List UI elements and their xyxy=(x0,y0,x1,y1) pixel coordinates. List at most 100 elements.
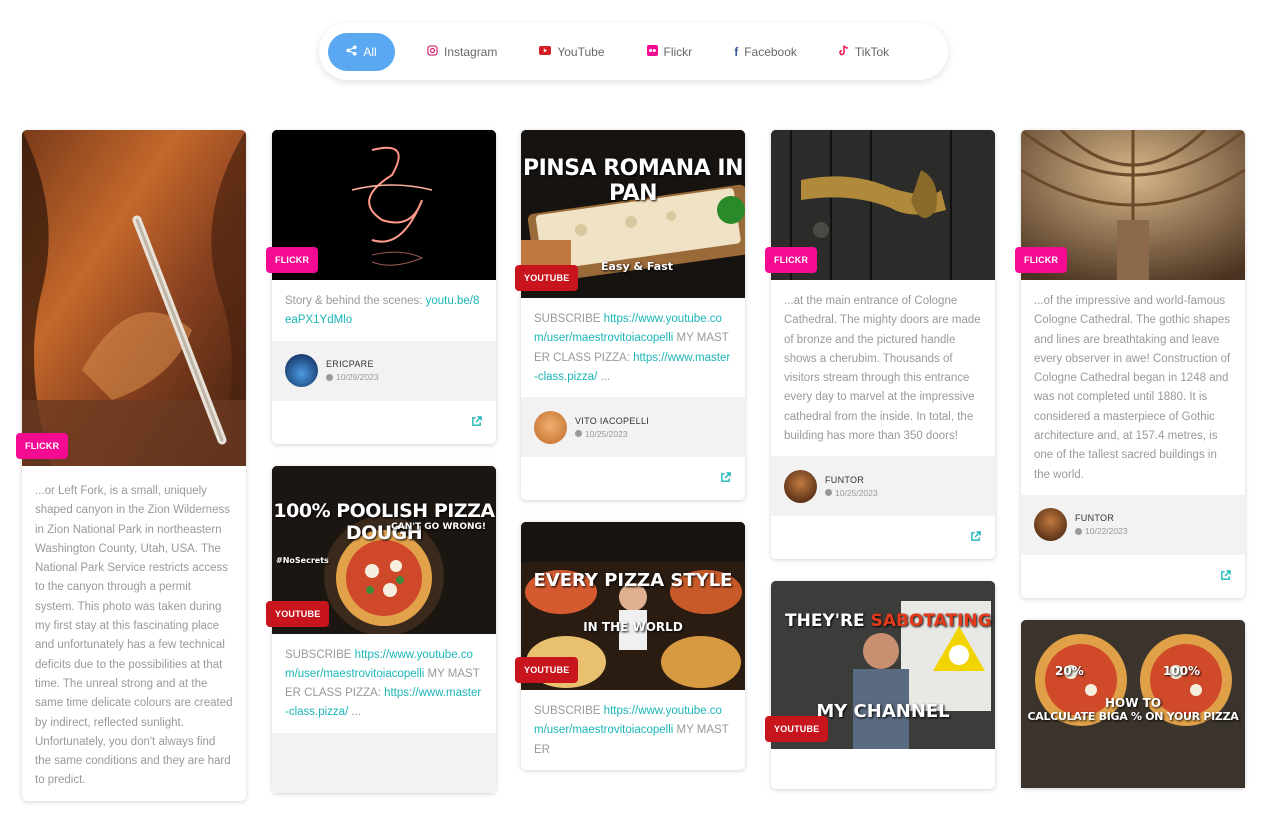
thumb-title: EVERY PIZZA STYLE xyxy=(533,570,733,592)
feed-column-3: PINSA ROMANA IN PAN Easy & Fast YOUTUBE … xyxy=(515,130,745,792)
filter-tiktok[interactable]: TikTok xyxy=(825,33,903,71)
youtube-icon xyxy=(539,45,552,58)
card-footer xyxy=(771,516,995,559)
desc-text: SUBSCRIBE xyxy=(285,648,355,661)
feed-card[interactable]: FLICKR ...at the main entrance of Cologn… xyxy=(765,130,995,560)
feed-card[interactable]: 20% 100% HOW TO CALCULATE BIGA % ON YOUR… xyxy=(1021,619,1245,788)
author-row: VITO IACOPELLI 10/25/2023 xyxy=(521,397,745,458)
thumb-title-a: THEY'RE xyxy=(785,611,871,632)
tiktok-icon xyxy=(839,44,849,59)
card-footer xyxy=(521,457,745,500)
card-description: ...or Left Fork, is a small, uniquely sh… xyxy=(35,485,233,787)
feed-column-1: FLICKR ...or Left Fork, is a small, uniq… xyxy=(16,130,246,823)
clock-icon xyxy=(1075,527,1082,535)
filter-youtube[interactable]: YouTube xyxy=(525,33,618,71)
thumb-title: THEY'RE SABOTATING xyxy=(785,611,992,631)
author-row xyxy=(272,732,496,793)
source-badge: FLICKR xyxy=(765,247,818,273)
filter-all[interactable]: All xyxy=(328,32,395,71)
date-text: 10/25/2023 xyxy=(835,487,878,498)
source-badge: YOUTUBE xyxy=(765,716,829,743)
filter-label: Flickr xyxy=(663,44,693,59)
external-link-icon[interactable] xyxy=(970,531,981,545)
clock-icon xyxy=(825,489,832,497)
feed-card[interactable]: PINSA ROMANA IN PAN Easy & Fast YOUTUBE … xyxy=(515,130,745,501)
filter-flickr[interactable]: Flickr xyxy=(633,33,707,71)
feed-card[interactable]: 100% POOLISH PIZZA DOUGH CAN'T GO WRONG!… xyxy=(266,465,496,793)
card-thumbnail[interactable] xyxy=(22,130,246,466)
facebook-icon: f xyxy=(734,44,739,59)
feed-card[interactable]: EVERY PIZZA STYLE IN THE WORLD YOUTUBE S… xyxy=(515,522,745,771)
avatar[interactable] xyxy=(1034,508,1067,542)
post-date: 10/22/2023 xyxy=(1075,526,1128,536)
date-text: 10/29/2023 xyxy=(336,372,379,383)
instagram-icon xyxy=(427,44,438,59)
desc-text: SUBSCRIBE xyxy=(534,313,604,325)
post-date: 10/29/2023 xyxy=(326,372,379,382)
author-row: ERICPARE 10/29/2023 xyxy=(272,340,496,401)
filter-label: YouTube xyxy=(557,44,605,59)
thumb-subtitle: CALCULATE BIGA % ON YOUR PIZZA xyxy=(1027,709,1239,723)
feed-column-4: FLICKR ...at the main entrance of Cologn… xyxy=(765,130,995,811)
thumb-label-left: 20% xyxy=(1055,663,1084,678)
card-description xyxy=(771,749,995,789)
date-text: 10/25/2023 xyxy=(585,428,628,439)
card-thumbnail[interactable]: 20% 100% HOW TO CALCULATE BIGA % ON YOUR… xyxy=(1021,619,1245,788)
feed-card[interactable]: THEY'RE SABOTATING MY CHANNEL YOUTUBE xyxy=(765,581,995,790)
source-badge: FLICKR xyxy=(1015,247,1068,273)
author-name[interactable]: FUNTOR xyxy=(825,475,878,485)
feed-card[interactable]: FLICKR ...of the impressive and world-fa… xyxy=(1015,130,1245,598)
external-link-icon[interactable] xyxy=(720,472,731,486)
feed-card[interactable]: FLICKR Story & behind the scenes: youtu.… xyxy=(266,130,496,444)
thumb-label-right: 100% xyxy=(1163,663,1201,678)
feed-column-5: FLICKR ...of the impressive and world-fa… xyxy=(1015,130,1245,810)
filter-facebook[interactable]: f Facebook xyxy=(720,33,811,71)
author-name[interactable]: ERICPARE xyxy=(326,359,379,369)
card-description: ...at the main entrance of Cologne Cathe… xyxy=(784,295,981,443)
desc-text: Story & behind the scenes: xyxy=(285,295,426,307)
card-description: ...of the impressive and world-famous Co… xyxy=(1034,295,1231,481)
thumb-subtitle: IN THE WORLD xyxy=(583,620,683,635)
desc-text: ... xyxy=(597,370,611,383)
feed-column-2: FLICKR Story & behind the scenes: youtu.… xyxy=(266,130,496,815)
desc-text: SUBSCRIBE xyxy=(534,705,604,718)
card-footer xyxy=(1021,555,1245,598)
avatar[interactable] xyxy=(534,410,567,444)
thumb-title: HOW TO xyxy=(1104,695,1162,710)
filter-label: TikTok xyxy=(854,44,890,59)
author-name[interactable]: VITO IACOPELLI xyxy=(575,416,649,426)
filter-label: Instagram xyxy=(444,44,498,59)
source-badge: YOUTUBE xyxy=(515,265,579,291)
thumb-tag: #NoSecrets xyxy=(276,555,329,565)
thumb-subtitle: Easy & Fast xyxy=(601,260,674,273)
card-description: SUBSCRIBE https://www.youtube.com/user/m… xyxy=(521,298,745,397)
author-name[interactable]: FUNTOR xyxy=(1075,513,1128,523)
filter-label: Facebook xyxy=(744,44,797,59)
external-link-icon[interactable] xyxy=(1220,570,1231,584)
source-badge: YOUTUBE xyxy=(266,600,330,627)
filter-instagram[interactable]: Instagram xyxy=(413,33,511,71)
date-text: 10/22/2023 xyxy=(1085,526,1128,537)
clock-icon xyxy=(575,430,582,438)
flickr-icon xyxy=(646,44,658,59)
post-date: 10/25/2023 xyxy=(825,488,878,498)
avatar[interactable] xyxy=(784,469,817,503)
card-description: SUBSCRIBE https://www.youtube.com/user/m… xyxy=(272,634,496,733)
external-link-icon[interactable] xyxy=(471,415,482,430)
share-icon xyxy=(346,44,357,59)
post-date: 10/25/2023 xyxy=(575,429,649,439)
feed-card[interactable]: FLICKR ...or Left Fork, is a small, uniq… xyxy=(16,130,246,801)
card-description: SUBSCRIBE https://www.youtube.com/user/m… xyxy=(521,690,745,770)
thumb-title-b: SABOTATING xyxy=(870,611,992,632)
author-row: FUNTOR 10/22/2023 xyxy=(1021,494,1245,555)
filter-label: All xyxy=(363,44,377,59)
author-row: FUNTOR 10/25/2023 xyxy=(771,456,995,517)
thumb-subtitle: CAN'T GO WRONG! xyxy=(391,521,486,532)
desc-text: ... xyxy=(348,706,362,719)
source-filter-bar: All Instagram YouTube Flickr f Facebook … xyxy=(319,23,948,80)
source-badge: FLICKR xyxy=(266,247,319,273)
card-footer xyxy=(272,401,496,444)
avatar[interactable] xyxy=(285,354,318,388)
source-badge: YOUTUBE xyxy=(515,657,579,684)
clock-icon xyxy=(326,373,333,381)
